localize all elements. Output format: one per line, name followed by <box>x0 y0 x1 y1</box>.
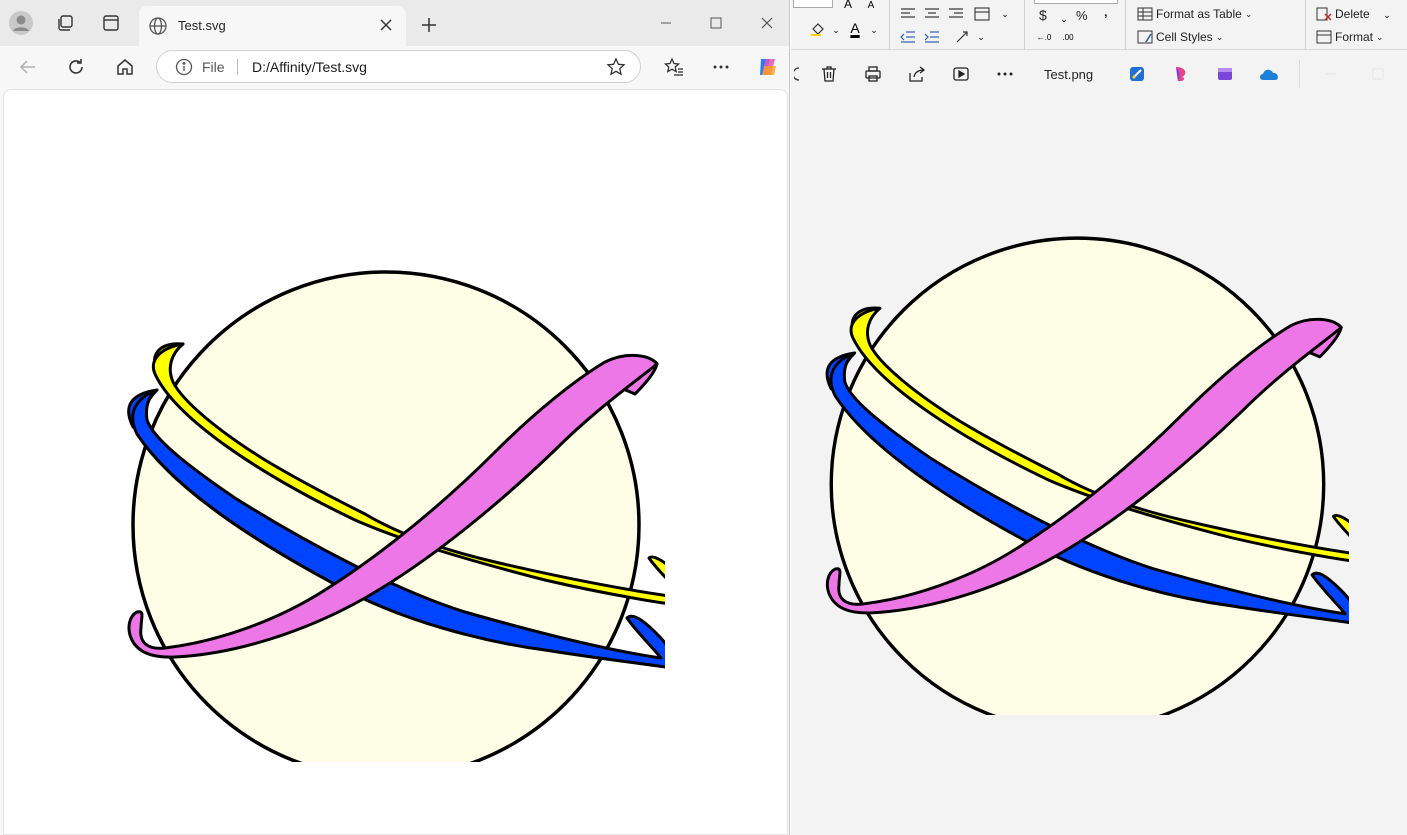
format-cells-icon <box>1316 30 1332 44</box>
tab-test-svg[interactable]: Test.svg <box>139 6 406 46</box>
merge-center-icon[interactable] <box>973 6 991 22</box>
more-options-icon[interactable] <box>994 63 1016 85</box>
address-divider <box>237 59 238 75</box>
maximize-icon[interactable] <box>705 12 727 34</box>
slideshow-icon[interactable] <box>950 63 972 85</box>
font-color-dropdown-icon[interactable]: ⌄ <box>865 22 883 38</box>
font-color-icon[interactable]: A <box>846 20 864 36</box>
close-tab-icon[interactable] <box>376 15 396 35</box>
profile-icon[interactable] <box>8 10 34 36</box>
align-left-icon[interactable] <box>899 6 917 22</box>
merge-dropdown-icon[interactable]: ⌄ <box>996 6 1014 22</box>
refresh-button[interactable] <box>62 53 90 81</box>
workspaces-icon[interactable] <box>52 10 78 36</box>
photos-viewer: Test.png <box>791 50 1407 835</box>
format-label: Format <box>1335 30 1374 44</box>
format-as-table-button[interactable]: Format as Table ⌄ <box>1137 7 1252 21</box>
ribbon-divider <box>1024 0 1025 50</box>
share-icon[interactable] <box>906 63 928 85</box>
browser-window: Test.svg File D:/Affinity/Test.svg <box>0 0 790 835</box>
excel-ribbon: A A ⌄ A ⌄ ⌄ ⌄ $ ⌄ % ‚ ←.0 .00 Format as … <box>791 0 1407 50</box>
photos-toolbar: Test.png <box>791 50 1407 98</box>
cell-styles-label: Cell Styles <box>1156 30 1213 44</box>
planet-png-image <box>804 170 1349 715</box>
designer-app-icon[interactable] <box>1170 63 1192 85</box>
photo-file-name: Test.png <box>1044 67 1094 82</box>
chevron-down-icon: ⌄ <box>1215 31 1224 42</box>
home-button[interactable] <box>111 53 139 81</box>
svg-viewport <box>3 89 788 835</box>
decrease-decimal-icon[interactable]: .00 <box>1059 29 1077 45</box>
delete-cells-button[interactable]: Delete <box>1316 7 1370 21</box>
format-as-table-label: Format as Table <box>1156 7 1242 21</box>
address-url[interactable]: D:/Affinity/Test.svg <box>252 59 367 75</box>
currency-button[interactable]: $ <box>1039 7 1047 23</box>
decrease-indent-icon[interactable] <box>899 29 917 45</box>
decrease-font-icon[interactable]: A <box>862 0 880 13</box>
orientation-dropdown-icon[interactable]: ⌄ <box>972 29 990 45</box>
close-window-icon[interactable] <box>756 12 778 34</box>
onedrive-icon[interactable] <box>1258 63 1280 85</box>
paint-app-icon[interactable] <box>1126 63 1148 85</box>
comma-button[interactable]: ‚ <box>1104 4 1108 19</box>
chevron-down-icon: ⌄ <box>1244 8 1253 19</box>
chevron-down-icon: ⌄ <box>1376 31 1384 42</box>
orientation-icon[interactable] <box>954 29 972 45</box>
increase-indent-icon[interactable] <box>923 29 941 45</box>
delete-label: Delete <box>1335 7 1370 21</box>
address-prefix: File <box>202 59 225 75</box>
align-right-icon[interactable] <box>947 6 965 22</box>
increase-decimal-icon[interactable]: ←.0 <box>1035 29 1053 45</box>
favorite-star-icon[interactable] <box>606 57 626 77</box>
minimize-icon[interactable] <box>1320 63 1342 85</box>
toolbar-edge <box>794 63 800 85</box>
clipchamp-app-icon[interactable] <box>1214 63 1236 85</box>
info-icon[interactable] <box>175 58 193 76</box>
tab-actions-icon[interactable] <box>98 10 124 36</box>
percent-button[interactable]: % <box>1076 8 1088 23</box>
tab-bar: Test.svg <box>0 0 789 46</box>
table-icon <box>1137 7 1153 21</box>
cell-styles-icon <box>1137 30 1153 44</box>
align-center-icon[interactable] <box>923 6 941 22</box>
minimize-icon[interactable] <box>655 12 677 34</box>
fill-color-icon[interactable] <box>809 22 827 38</box>
print-icon[interactable] <box>862 63 884 85</box>
cell-styles-button[interactable]: Cell Styles ⌄ <box>1137 30 1223 44</box>
desktop: Test.svg File D:/Affinity/Test.svg A A ⌄… <box>0 0 1407 835</box>
font-size-box[interactable] <box>793 0 833 8</box>
tab-title: Test.svg <box>178 18 226 33</box>
back-button[interactable] <box>14 53 42 81</box>
fill-color-dropdown-icon[interactable]: ⌄ <box>827 22 845 38</box>
nav-toolbar: File D:/Affinity/Test.svg <box>0 46 789 88</box>
delete-cells-icon <box>1316 7 1332 21</box>
format-cells-button[interactable]: Format ⌄ <box>1316 30 1384 44</box>
delete-dropdown-icon[interactable]: ⌄ <box>1378 7 1396 23</box>
ribbon-divider <box>1125 0 1126 50</box>
increase-font-icon[interactable]: A <box>839 0 857 12</box>
more-options-icon[interactable] <box>707 53 735 81</box>
favorites-icon[interactable] <box>660 53 688 81</box>
ribbon-divider <box>1305 0 1306 50</box>
globe-icon <box>148 16 168 36</box>
currency-dropdown-icon[interactable]: ⌄ <box>1055 11 1073 27</box>
ribbon-divider <box>889 0 890 50</box>
toolbar-divider <box>1299 60 1300 88</box>
address-bar[interactable]: File D:/Affinity/Test.svg <box>156 50 641 83</box>
maximize-icon[interactable] <box>1367 63 1389 85</box>
copilot-icon[interactable] <box>754 53 782 81</box>
delete-icon[interactable] <box>818 63 840 85</box>
planet-svg-image <box>105 202 665 762</box>
new-tab-button[interactable] <box>417 13 441 37</box>
